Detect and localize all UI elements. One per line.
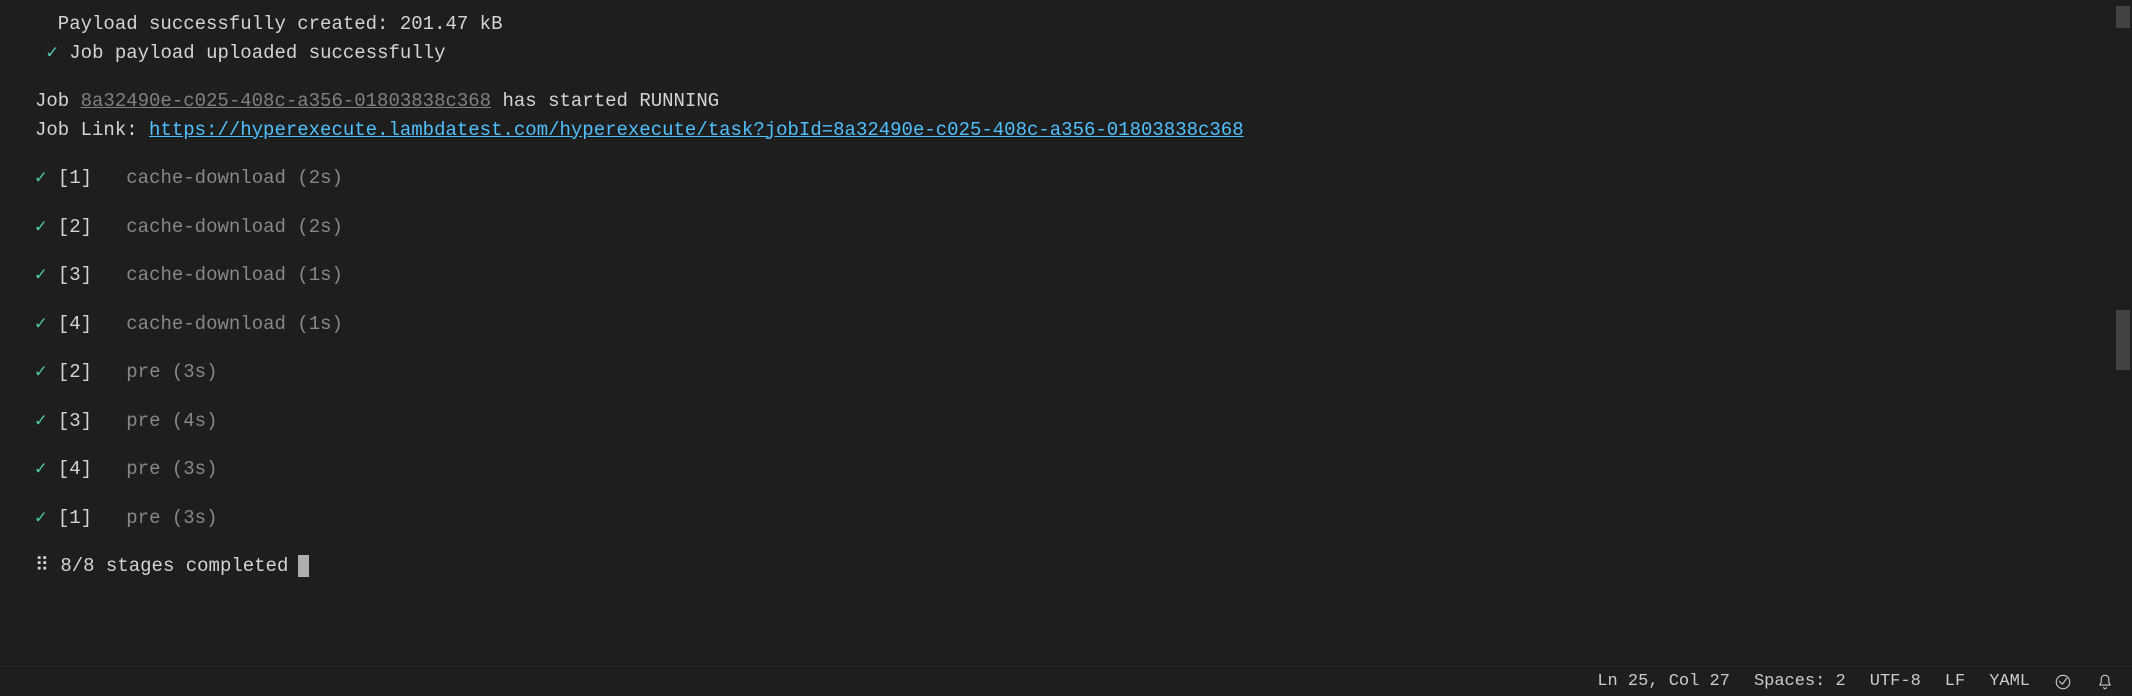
stage-index: [3] — [46, 264, 92, 286]
stage-label: pre (4s) — [92, 410, 217, 432]
stage-row: ✓ [4] cache-download (1s) — [35, 310, 2097, 339]
stages-text: 8/8 stages completed — [60, 555, 288, 577]
stage-label: cache-download (1s) — [92, 313, 343, 335]
check-icon: ✓ — [35, 216, 46, 238]
check-icon: ✓ — [35, 507, 46, 529]
stage-row: ✓ [2] cache-download (2s) — [35, 213, 2097, 242]
terminal-output[interactable]: Payload successfully created: 201.47 kB … — [0, 0, 2132, 666]
check-icon: ✓ — [35, 458, 46, 480]
upload-success-line: ✓ Job payload uploaded successfully — [35, 39, 2097, 68]
stage-row: ✓ [2] pre (3s) — [35, 358, 2097, 387]
check-icon: ✓ — [35, 264, 46, 286]
scrollbar-thumb[interactable] — [2116, 6, 2130, 28]
stage-label: pre (3s) — [92, 507, 217, 529]
language-mode[interactable]: YAML — [1989, 669, 2030, 695]
eol-selector[interactable]: LF — [1945, 669, 1965, 695]
stage-row: ✓ [3] cache-download (1s) — [35, 261, 2097, 290]
stage-index: [4] — [46, 313, 92, 335]
stage-label: cache-download (1s) — [92, 264, 343, 286]
payload-created-line: Payload successfully created: 201.47 kB — [35, 10, 2097, 39]
terminal-cursor — [298, 555, 309, 577]
job-link-line: Job Link: https://hyperexecute.lambdates… — [35, 116, 2097, 145]
encoding-selector[interactable]: UTF-8 — [1870, 669, 1921, 695]
statusbar: Ln 25, Col 27 Spaces: 2 UTF-8 LF YAML — [0, 666, 2132, 696]
check-icon: ✓ — [35, 167, 46, 189]
scrollbar[interactable] — [2116, 0, 2130, 666]
stage-index: [1] — [46, 507, 92, 529]
indent-selector[interactable]: Spaces: 2 — [1754, 669, 1846, 695]
feedback-icon[interactable] — [2054, 673, 2072, 691]
stage-row: ✓ [1] pre (3s) — [35, 504, 2097, 533]
job-id[interactable]: 8a32490e-c025-408c-a356-01803838c368 — [81, 90, 491, 112]
stage-label: cache-download (2s) — [92, 167, 343, 189]
stage-row: ✓ [4] pre (3s) — [35, 455, 2097, 484]
spinner-icon: ⠿ — [35, 555, 49, 577]
stage-label: cache-download (2s) — [92, 216, 343, 238]
stage-row: ✓ [3] pre (4s) — [35, 407, 2097, 436]
stage-row: ✓ [1] cache-download (2s) — [35, 164, 2097, 193]
stage-index: [1] — [46, 167, 92, 189]
stage-label: pre (3s) — [92, 458, 217, 480]
stage-index: [4] — [46, 458, 92, 480]
check-icon: ✓ — [35, 410, 46, 432]
upload-text: Job payload uploaded successfully — [69, 42, 445, 64]
check-icon: ✓ — [35, 313, 46, 335]
job-status: RUNNING — [639, 90, 719, 112]
notifications-icon[interactable] — [2096, 673, 2114, 691]
stage-index: [2] — [46, 216, 92, 238]
stages-completed-line: ⠿ 8/8 stages completed — [35, 552, 2097, 581]
stage-label: pre (3s) — [92, 361, 217, 383]
job-link-url[interactable]: https://hyperexecute.lambdatest.com/hype… — [149, 119, 1244, 141]
check-icon: ✓ — [35, 361, 46, 383]
job-started-line: Job 8a32490e-c025-408c-a356-01803838c368… — [35, 87, 2097, 116]
stage-index: [2] — [46, 361, 92, 383]
cursor-position[interactable]: Ln 25, Col 27 — [1597, 669, 1730, 695]
check-icon: ✓ — [46, 42, 57, 64]
stage-index: [3] — [46, 410, 92, 432]
scrollbar-thumb[interactable] — [2116, 310, 2130, 370]
